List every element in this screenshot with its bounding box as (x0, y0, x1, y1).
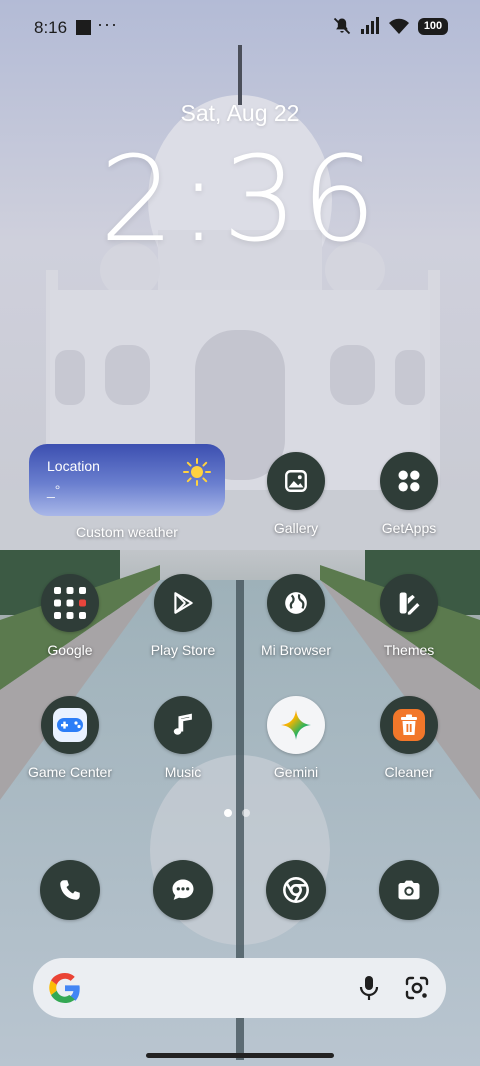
page-dot-active[interactable] (224, 809, 232, 817)
google-lens-icon (405, 976, 429, 1000)
app-google-folder[interactable]: Google (15, 574, 125, 682)
silent-mode-icon (333, 17, 351, 35)
themes-icon (380, 574, 438, 632)
signal-icon (361, 17, 379, 34)
app-label: GetApps (381, 520, 437, 536)
play-store-icon (154, 574, 212, 632)
gallery-icon (267, 452, 325, 510)
lens-search-button[interactable] (402, 973, 432, 1003)
app-label: Gallery (273, 520, 319, 536)
app-gallery[interactable]: Gallery (241, 452, 351, 560)
gemini-star-icon (267, 696, 325, 754)
date-text: Sat, Aug 22 (180, 100, 300, 126)
status-icons: 100 (332, 16, 448, 36)
message-icon (153, 860, 213, 920)
battery-icon: 100 (418, 17, 448, 35)
app-play-store[interactable]: Play Store (128, 574, 238, 682)
page-indicator[interactable] (224, 809, 250, 817)
google-folder-icon (41, 574, 99, 632)
trash-icon (380, 696, 438, 754)
app-label: Music (164, 764, 202, 780)
google-g-icon (49, 973, 80, 1003)
app-mi-browser[interactable]: Mi Browser (241, 574, 351, 682)
voice-search-button[interactable] (354, 973, 384, 1003)
app-getapps[interactable]: GetApps (354, 452, 464, 560)
app-gemini[interactable]: Gemini (241, 696, 351, 804)
gamepad-icon (41, 696, 99, 754)
app-game-center[interactable]: Game Center (15, 696, 125, 804)
status-bar: 8:16 ··· 100 (0, 0, 480, 56)
dock-messages[interactable] (153, 860, 213, 920)
dock-camera[interactable] (379, 860, 439, 920)
weather-temperature: _° (47, 482, 61, 498)
weather-location: Location (47, 458, 100, 474)
gesture-navigation-bar[interactable] (146, 1053, 334, 1058)
weather-widget-label: Custom weather (76, 524, 178, 540)
app-label: Play Store (150, 642, 216, 658)
app-label: Mi Browser (260, 642, 331, 658)
google-search-bar[interactable] (33, 958, 446, 1018)
app-music[interactable]: Music (128, 696, 238, 804)
globe-icon (267, 574, 325, 632)
app-label: Themes (383, 642, 435, 658)
chrome-icon (266, 860, 326, 920)
app-cleaner[interactable]: Cleaner (354, 696, 464, 804)
more-notifications-icon: ··· (97, 14, 118, 34)
app-label: Game Center (27, 764, 113, 780)
page-dot[interactable] (242, 809, 250, 817)
phone-icon (40, 860, 100, 920)
camera-icon (379, 860, 439, 920)
status-time: 8:16 (34, 18, 68, 37)
weather-widget[interactable]: Location _° (29, 444, 225, 516)
clock-widget[interactable]: 2:36 (0, 130, 480, 268)
dock-chrome[interactable] (266, 860, 326, 920)
microphone-icon (359, 976, 379, 1000)
notification-square-icon (76, 20, 91, 35)
getapps-icon (380, 452, 438, 510)
dock-phone[interactable] (40, 860, 100, 920)
app-label: Gemini (273, 764, 319, 780)
sun-icon (183, 458, 211, 486)
wifi-icon (389, 18, 409, 34)
app-label: Cleaner (384, 764, 434, 780)
music-note-icon (154, 696, 212, 754)
app-label: Google (47, 642, 93, 658)
app-themes[interactable]: Themes (354, 574, 464, 682)
